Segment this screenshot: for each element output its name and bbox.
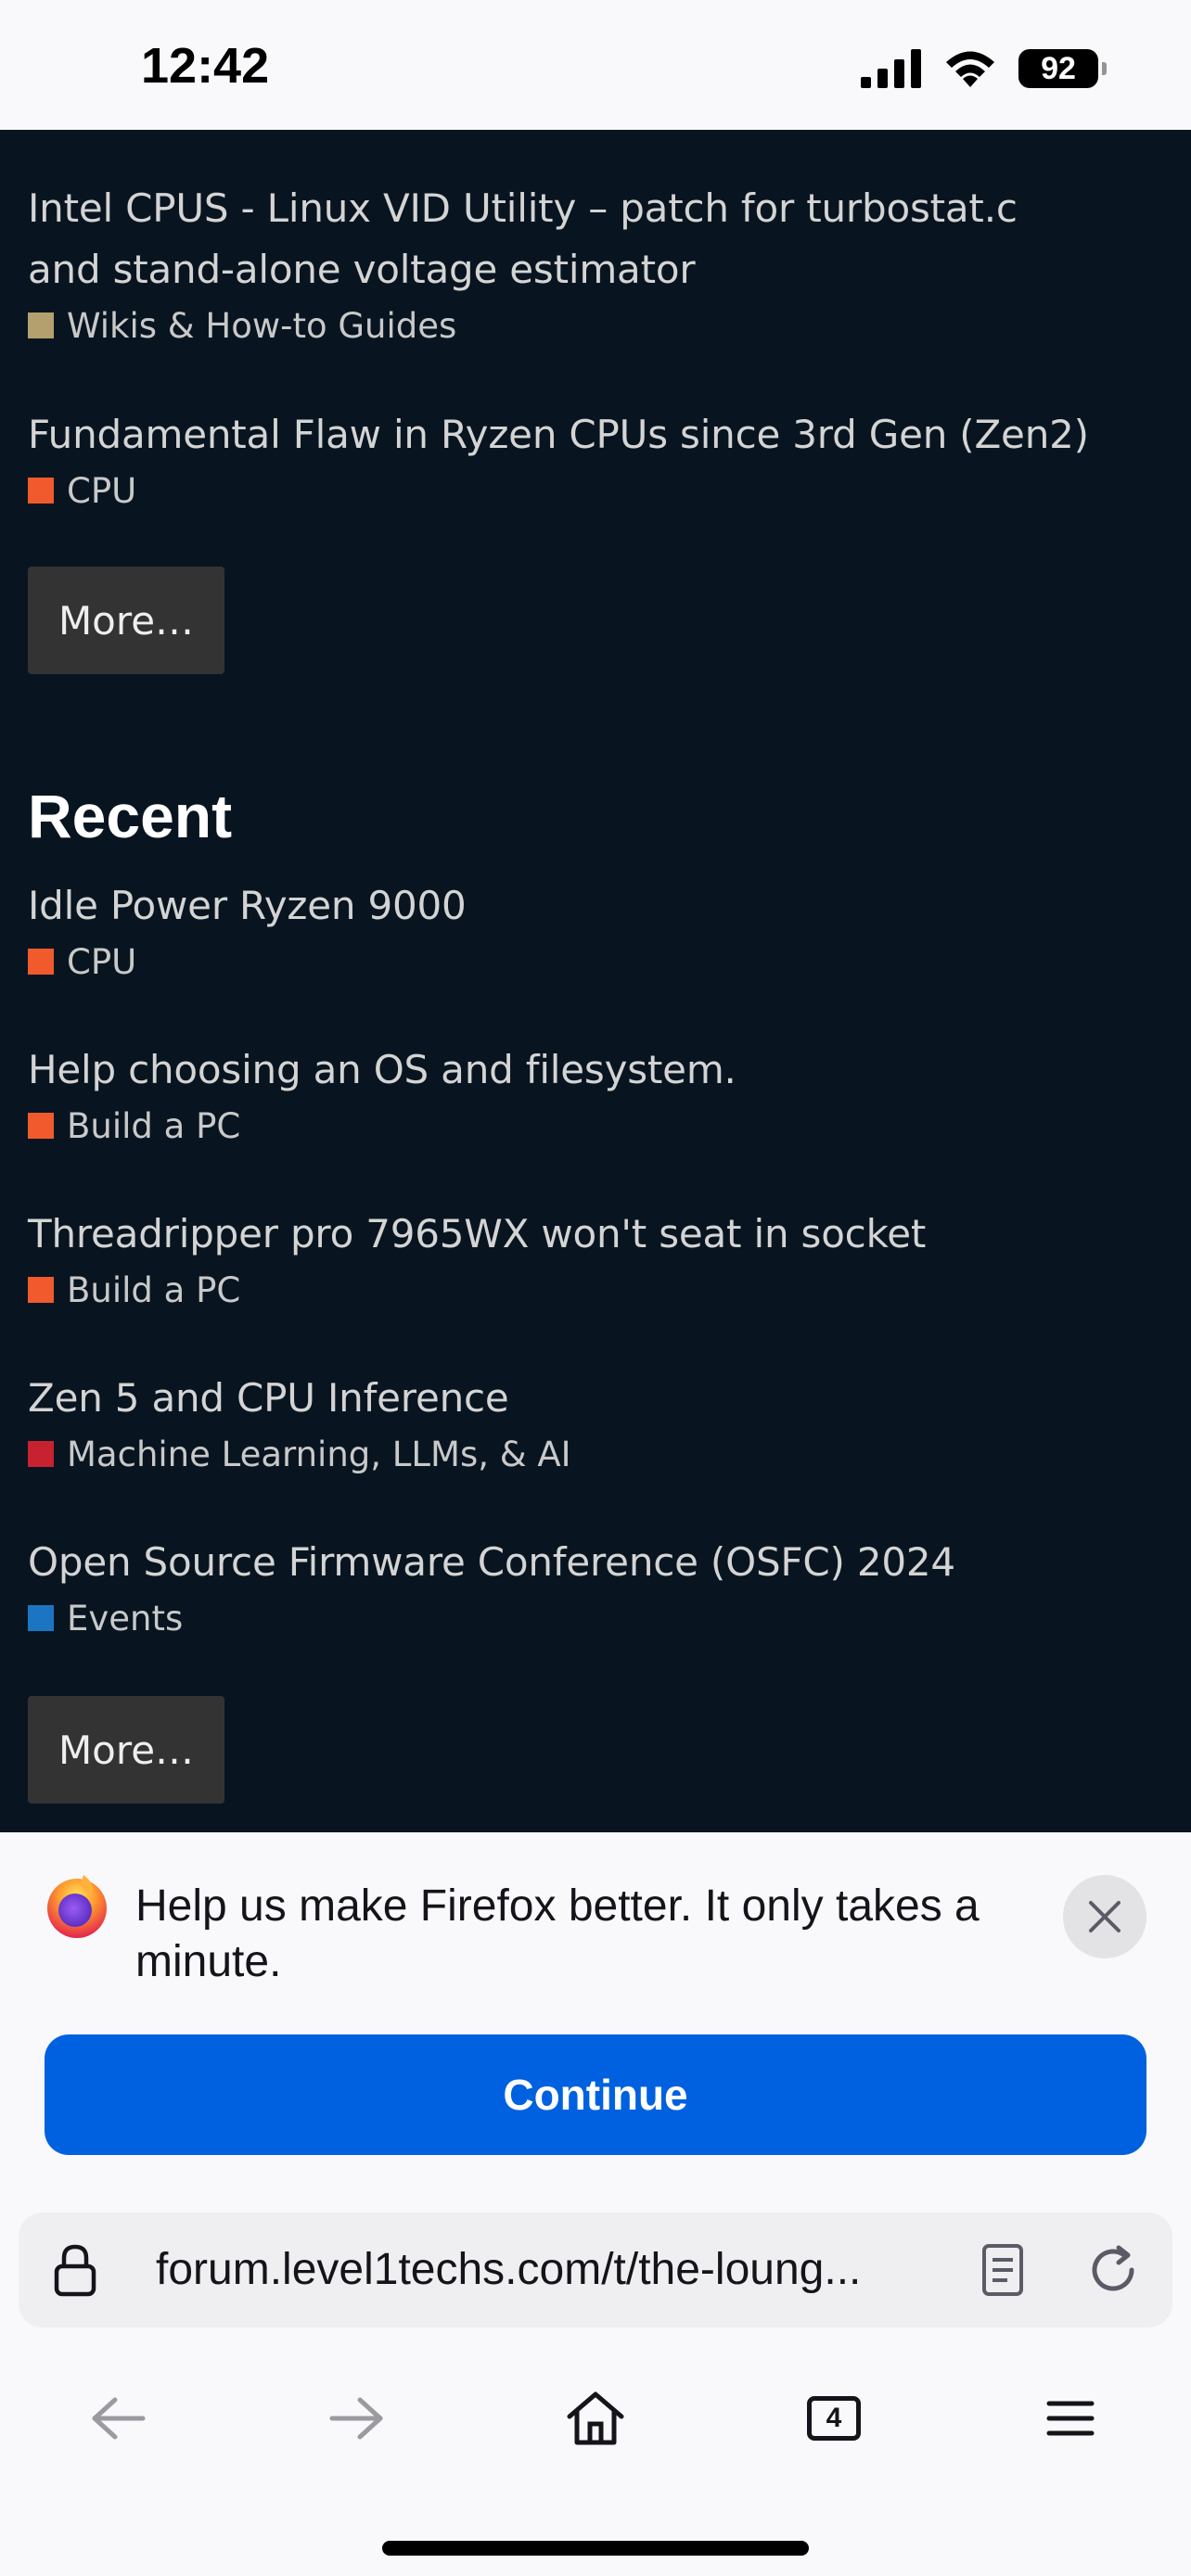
tabs-button[interactable]: 4 (797, 2381, 871, 2455)
topic-title[interactable]: Intel CPUS - Linux VID Utility – patch f… (28, 178, 1159, 300)
category-swatch (28, 949, 54, 975)
topic-title[interactable]: Idle Power Ryzen 9000 (28, 875, 1159, 937)
home-button[interactable] (558, 2381, 633, 2455)
close-icon (1089, 1901, 1121, 1932)
status-icons: 92 (861, 48, 1107, 89)
topic-title[interactable]: Open Source Firmware Conference (OSFC) 2… (28, 1532, 1159, 1593)
tabs-icon: 4 (807, 2396, 861, 2441)
reader-view-icon[interactable] (980, 2242, 1026, 2298)
category-swatch (28, 1441, 54, 1467)
topic-item[interactable]: Intel CPUS - Linux VID Utility – patch f… (28, 178, 1159, 351)
topic-category[interactable]: CPU (28, 937, 1159, 987)
close-survey-button[interactable] (1063, 1875, 1146, 1958)
category-label[interactable]: CPU (67, 471, 136, 511)
topic-category[interactable]: Machine Learning, LLMs, & AI (28, 1429, 1159, 1479)
topic-category[interactable]: Events (28, 1593, 1159, 1643)
topic-category[interactable]: Wikis & How-to Guides (28, 300, 1159, 351)
lock-icon[interactable] (52, 2242, 98, 2298)
status-bar: 12:42 92 (0, 0, 1191, 130)
forward-arrow-icon (329, 2397, 383, 2440)
topic-category[interactable]: Build a PC (28, 1265, 1159, 1315)
url-text[interactable]: forum.level1techs.com/t/the-loung... (156, 2244, 944, 2295)
category-label[interactable]: Machine Learning, LLMs, & AI (67, 1435, 571, 1474)
topic-title-line[interactable]: Intel CPUS - Linux VID Utility – patch f… (28, 185, 1018, 231)
topic-title-line[interactable]: and stand-alone voltage estimator (28, 247, 696, 292)
topic-item[interactable]: Idle Power Ryzen 9000 CPU (28, 875, 1159, 987)
back-button[interactable] (82, 2381, 156, 2455)
topic-item[interactable]: Open Source Firmware Conference (OSFC) 2… (28, 1532, 1159, 1643)
category-swatch (28, 1113, 54, 1139)
topic-title[interactable]: Help choosing an OS and filesystem. (28, 1039, 1159, 1101)
battery-icon: 92 (1018, 49, 1107, 88)
topic-category[interactable]: CPU (28, 465, 1159, 516)
category-label[interactable]: Events (67, 1599, 183, 1639)
wifi-icon (946, 51, 994, 87)
category-label[interactable]: Wikis & How-to Guides (67, 306, 456, 346)
recent-heading: Recent (28, 782, 233, 850)
menu-icon (1046, 2401, 1095, 2436)
status-time: 12:42 (141, 38, 270, 94)
forum-page: Intel CPUS - Linux VID Utility – patch f… (0, 130, 1191, 1832)
tab-count: 4 (826, 2403, 842, 2433)
topic-category[interactable]: Build a PC (28, 1101, 1159, 1151)
firefox-logo-icon (47, 1875, 107, 1938)
continue-button[interactable]: Continue (45, 2034, 1146, 2155)
topic-item[interactable]: Zen 5 and CPU Inference Machine Learning… (28, 1368, 1159, 1479)
bottom-navigation: 4 (0, 2361, 1191, 2472)
category-label[interactable]: Build a PC (67, 1106, 240, 1146)
url-bar[interactable]: forum.level1techs.com/t/the-loung... (19, 2213, 1172, 2327)
category-swatch (28, 1277, 54, 1303)
survey-message: Help us make Firefox better. It only tak… (135, 1881, 980, 1986)
firefox-toolbar-panel: Help us make Firefox better. It only tak… (0, 1832, 1191, 2576)
menu-button[interactable] (1033, 2381, 1108, 2455)
more-button[interactable]: More… (28, 567, 224, 674)
home-indicator[interactable] (382, 2541, 809, 2556)
topic-item[interactable]: Fundamental Flaw in Ryzen CPUs since 3rd… (28, 404, 1159, 516)
category-swatch (28, 478, 54, 504)
category-label[interactable]: Build a PC (67, 1270, 240, 1310)
reload-icon[interactable] (1083, 2240, 1143, 2300)
back-arrow-icon (92, 2397, 146, 2440)
category-label[interactable]: CPU (67, 942, 136, 982)
topic-item[interactable]: Threadripper pro 7965WX won't seat in so… (28, 1204, 1159, 1315)
category-swatch (28, 312, 54, 338)
forward-button[interactable] (319, 2381, 393, 2455)
more-button[interactable]: More… (28, 1696, 224, 1804)
cellular-signal-icon (861, 49, 921, 88)
category-swatch (28, 1605, 54, 1631)
topic-title[interactable]: Fundamental Flaw in Ryzen CPUs since 3rd… (28, 404, 1159, 465)
topic-item[interactable]: Help choosing an OS and filesystem. Buil… (28, 1039, 1159, 1151)
home-icon (567, 2391, 624, 2445)
topic-title[interactable]: Threadripper pro 7965WX won't seat in so… (28, 1204, 1159, 1265)
topic-title[interactable]: Zen 5 and CPU Inference (28, 1368, 1159, 1429)
